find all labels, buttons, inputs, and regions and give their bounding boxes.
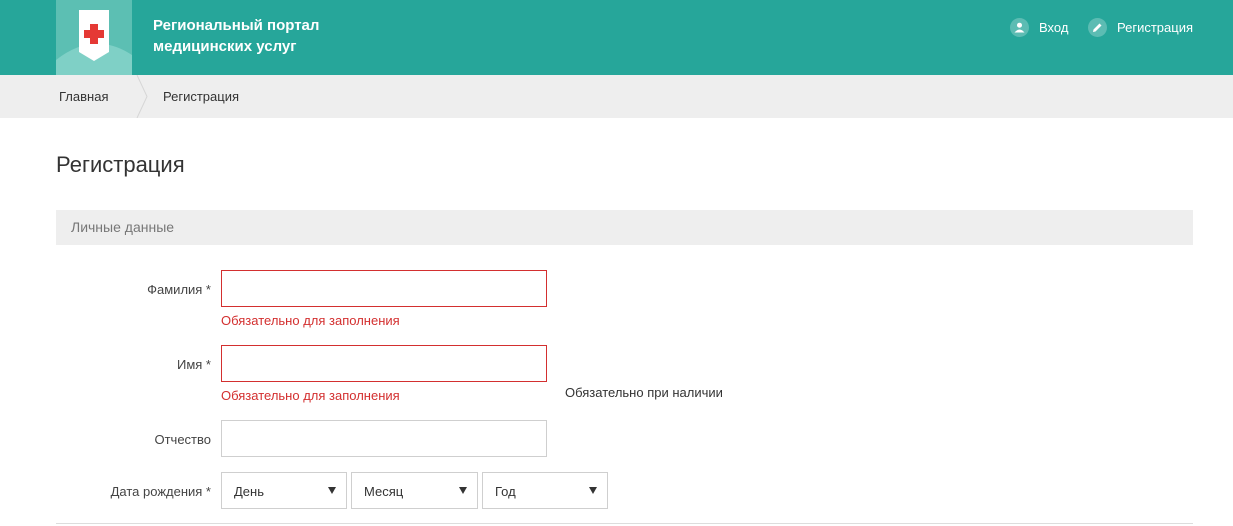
login-label: Вход <box>1039 19 1069 35</box>
name-error: Обязательно для заполнения <box>221 388 400 403</box>
page-title: Регистрация <box>56 152 185 177</box>
register-label: Регистрация <box>1117 19 1193 35</box>
chevron-down-icon <box>328 487 336 494</box>
breadcrumb: Главная Регистрация <box>0 75 1233 118</box>
site-title-line2: медицинских услуг <box>153 38 297 55</box>
birth-month-value: Месяц <box>364 484 404 499</box>
patronymic-label: Отчество <box>154 432 211 447</box>
site-title-line1: Региональный портал <box>153 17 320 34</box>
pencil-icon <box>1088 17 1107 37</box>
site-logo[interactable] <box>56 0 132 75</box>
birthdate-label: Дата рождения * <box>110 484 211 499</box>
section-title: Личные данные <box>71 219 175 235</box>
site-title[interactable]: Региональный портал медицинских услуг <box>153 15 373 57</box>
breadcrumb-current: Регистрация <box>163 89 239 104</box>
section-personal-data: Личные данные <box>56 210 1193 245</box>
patronymic-input[interactable] <box>221 420 547 457</box>
medical-shield-icon <box>56 10 132 75</box>
chevron-down-icon <box>459 487 467 494</box>
name-label: Имя * <box>177 357 211 372</box>
name-input[interactable] <box>221 345 547 382</box>
breadcrumb-home[interactable]: Главная <box>59 75 108 118</box>
breadcrumb-separator-icon <box>136 75 148 118</box>
surname-error: Обязательно для заполнения <box>221 313 400 328</box>
register-link[interactable]: Регистрация <box>1088 17 1193 37</box>
site-header: Региональный портал медицинских услуг Вх… <box>0 0 1233 75</box>
birth-year-value: Год <box>495 484 516 499</box>
surname-label: Фамилия * <box>147 282 211 297</box>
login-link[interactable]: Вход <box>1010 17 1068 37</box>
birth-year-select[interactable]: Год <box>482 472 608 509</box>
birth-day-value: День <box>234 484 264 499</box>
user-icon <box>1010 17 1029 37</box>
birth-month-select[interactable]: Месяц <box>351 472 478 509</box>
birth-day-select[interactable]: День <box>221 472 347 509</box>
surname-input[interactable] <box>221 270 547 307</box>
chevron-down-icon <box>589 487 597 494</box>
section-divider <box>56 523 1193 524</box>
patronymic-hint: Обязательно при наличии <box>565 385 723 400</box>
